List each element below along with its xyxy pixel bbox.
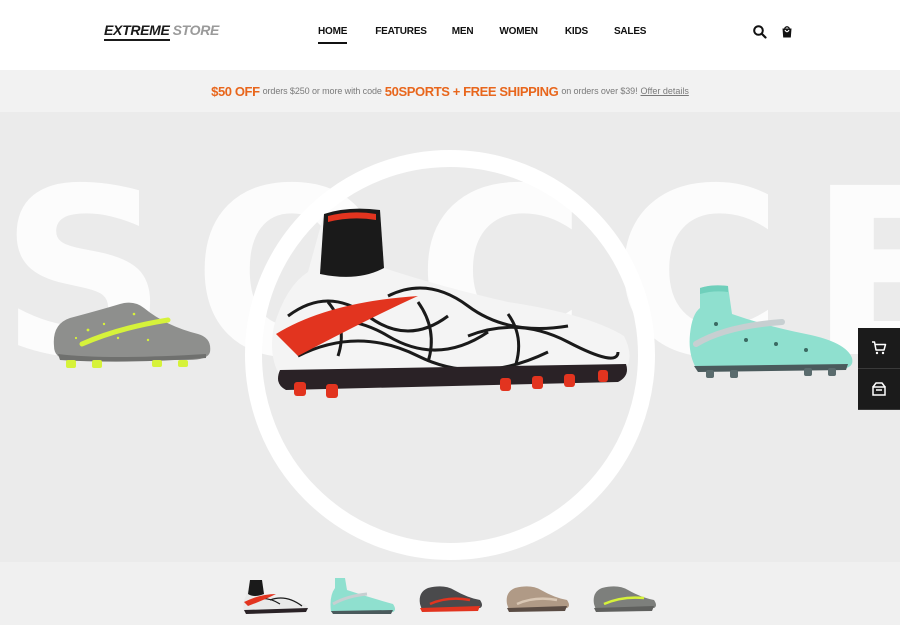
thumbnail-1[interactable] xyxy=(240,576,312,616)
logo[interactable]: EXTREME STORE xyxy=(104,22,220,41)
logo-secondary: STORE xyxy=(172,22,220,38)
cart-icon xyxy=(872,341,887,355)
promo-offer: $50 OFF xyxy=(211,83,260,99)
thumbnail-2[interactable] xyxy=(327,576,399,616)
side-cart-button[interactable] xyxy=(858,328,900,369)
promo-bar: $50 OFF orders $250 or more with code 50… xyxy=(0,70,900,112)
nav-kids[interactable]: KIDS xyxy=(565,26,588,37)
nav-women[interactable]: WOMEN xyxy=(499,26,538,37)
shoe-center-featured[interactable] xyxy=(268,206,634,406)
shoe-left-grey[interactable] xyxy=(48,294,214,374)
header: EXTREME STORE HOME FEATURES MEN WOMEN KID… xyxy=(0,0,900,70)
thumbnail-4[interactable] xyxy=(501,576,573,616)
shopping-bag-icon[interactable] xyxy=(779,24,795,40)
nav-features[interactable]: FEATURES xyxy=(375,26,427,37)
thumbnail-strip xyxy=(0,562,900,625)
promo-code-shipping: 50SPORTS + FREE SHIPPING xyxy=(384,83,559,99)
nav-home[interactable]: HOME xyxy=(318,26,348,44)
search-icon[interactable] xyxy=(752,24,768,40)
promo-text-1: orders $250 or more with code xyxy=(262,86,382,96)
side-tools xyxy=(858,328,900,410)
hero-slider: SOCCER xyxy=(0,112,900,562)
offer-details-link[interactable]: Offer details xyxy=(641,86,689,96)
promo-text-2: on orders over $39! xyxy=(561,86,638,96)
main-nav: HOME FEATURES MEN WOMEN KIDS SALES xyxy=(318,26,647,44)
nav-sales[interactable]: SALES xyxy=(614,26,647,37)
page: EXTREME STORE HOME FEATURES MEN WOMEN KID… xyxy=(0,0,900,625)
nav-men[interactable]: MEN xyxy=(452,26,474,37)
open-box-icon xyxy=(872,382,886,396)
side-box-button[interactable] xyxy=(858,369,900,410)
logo-primary: EXTREME xyxy=(104,22,170,41)
thumbnail-5[interactable] xyxy=(588,576,660,616)
shoe-right-mint[interactable] xyxy=(686,284,858,380)
thumbnail-3[interactable] xyxy=(414,576,486,616)
